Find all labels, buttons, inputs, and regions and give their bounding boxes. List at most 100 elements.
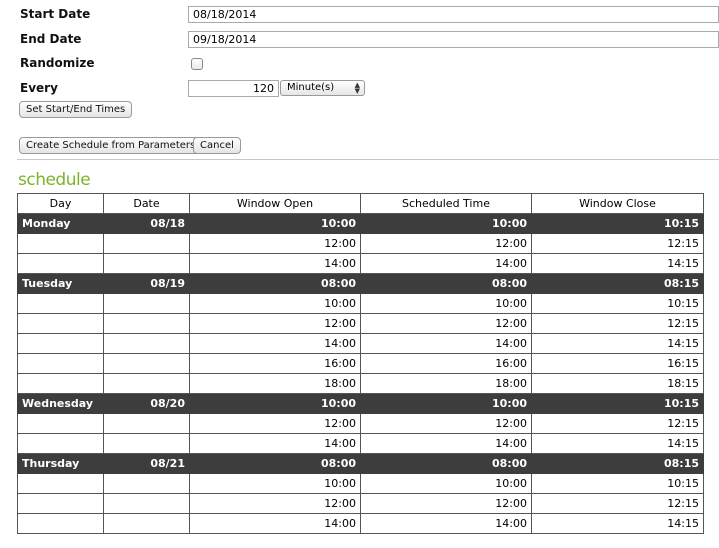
window-open-cell: 10:00 [189,213,361,234]
date-cell [103,433,190,454]
date-cell [103,233,190,254]
scheduled-time-cell: 16:00 [360,353,532,374]
day-cell [17,353,104,374]
scheduled-time-cell: 14:00 [360,433,532,454]
scheduled-time-cell: 14:00 [360,253,532,274]
section-divider [17,159,719,160]
date-cell [103,253,190,274]
window-open-cell: 14:00 [189,513,361,534]
window-open-cell: 10:00 [189,293,361,314]
date-cell: 08/21 [103,453,190,474]
window-close-cell: 14:15 [531,513,704,534]
scheduled-time-cell: 10:00 [360,473,532,494]
date-cell [103,413,190,434]
interval-unit-select[interactable]: Minute(s) ▲ ▼ [280,80,365,96]
every-label: Every [20,81,58,95]
window-close-cell: 08:15 [531,453,704,474]
day-cell [17,373,104,394]
day-cell [17,333,104,354]
table-row: 12:00 12:00 12:15 [17,233,704,254]
create-schedule-button[interactable]: Create Schedule from Parameters [19,137,203,154]
updown-arrows-icon: ▲ ▼ [354,81,360,95]
table-row: 14:00 14:00 14:15 [17,253,704,274]
date-cell [103,293,190,314]
window-open-cell: 18:00 [189,373,361,394]
day-header-row: Monday 08/18 10:00 10:00 10:15 [17,213,704,234]
schedule-title: schedule [18,170,91,190]
scheduled-time-cell: 10:00 [360,393,532,414]
window-open-cell: 14:00 [189,333,361,354]
window-close-cell: 14:15 [531,333,704,354]
window-close-cell: 14:15 [531,433,704,454]
scheduled-time-cell: 12:00 [360,233,532,254]
window-open-cell: 14:00 [189,433,361,454]
scheduled-time-cell: 12:00 [360,313,532,334]
window-close-cell: 08:15 [531,273,704,294]
window-open-cell: 12:00 [189,413,361,434]
start-date-label: Start Date [20,7,91,21]
column-header-day: Day [17,193,104,214]
end-date-input[interactable]: 09/18/2014 [188,31,719,48]
date-cell [103,313,190,334]
cancel-button[interactable]: Cancel [193,137,241,154]
scheduled-time-cell: 10:00 [360,293,532,314]
day-cell [17,473,104,494]
table-row: 10:00 10:00 10:15 [17,473,704,494]
window-open-cell: 16:00 [189,353,361,374]
table-row: 12:00 12:00 12:15 [17,413,704,434]
set-start-end-times-button[interactable]: Set Start/End Times [19,101,133,118]
window-close-cell: 10:15 [531,293,704,314]
window-close-cell: 12:15 [531,413,704,434]
scheduled-time-cell: 12:00 [360,493,532,514]
day-cell [17,433,104,454]
day-cell [17,413,104,434]
table-row: 12:00 12:00 12:15 [17,313,704,334]
window-close-cell: 18:15 [531,373,704,394]
window-close-cell: 10:15 [531,213,704,234]
table-row: 18:00 18:00 18:15 [17,373,704,394]
start-date-input[interactable]: 08/18/2014 [188,6,719,23]
date-cell [103,493,190,514]
day-cell: Wednesday [17,393,104,414]
window-open-cell: 08:00 [189,453,361,474]
randomize-checkbox[interactable] [191,58,203,70]
schedule-table: Day Date Window Open Scheduled Time Wind… [17,193,704,534]
day-cell [17,513,104,534]
window-close-cell: 12:15 [531,493,704,514]
table-row: 10:00 10:00 10:15 [17,293,704,314]
window-open-cell: 14:00 [189,253,361,274]
table-header-row: Day Date Window Open Scheduled Time Wind… [17,193,704,214]
table-row: 14:00 14:00 14:15 [17,513,704,534]
date-cell [103,513,190,534]
day-cell: Thursday [17,453,104,474]
day-cell [17,313,104,334]
column-header-window-close: Window Close [531,193,704,214]
day-cell [17,233,104,254]
table-row: 16:00 16:00 16:15 [17,353,704,374]
scheduled-time-cell: 18:00 [360,373,532,394]
date-cell [103,373,190,394]
window-open-cell: 12:00 [189,313,361,334]
column-header-date: Date [103,193,190,214]
every-interval-input[interactable]: 120 [188,80,279,97]
window-open-cell: 10:00 [189,473,361,494]
day-header-row: Thursday 08/21 08:00 08:00 08:15 [17,453,704,474]
scheduled-time-cell: 08:00 [360,453,532,474]
day-cell: Monday [17,213,104,234]
day-header-row: Tuesday 08/19 08:00 08:00 08:15 [17,273,704,294]
day-cell [17,493,104,514]
window-close-cell: 14:15 [531,253,704,274]
date-cell: 08/20 [103,393,190,414]
table-row: 14:00 14:00 14:15 [17,433,704,454]
end-date-label: End Date [20,32,82,46]
table-row: 14:00 14:00 14:15 [17,333,704,354]
date-cell [103,353,190,374]
window-close-cell: 10:15 [531,393,704,414]
randomize-label: Randomize [20,56,95,70]
window-open-cell: 12:00 [189,493,361,514]
column-header-scheduled-time: Scheduled Time [360,193,532,214]
window-open-cell: 10:00 [189,393,361,414]
day-cell [17,253,104,274]
date-cell [103,333,190,354]
day-cell [17,293,104,314]
